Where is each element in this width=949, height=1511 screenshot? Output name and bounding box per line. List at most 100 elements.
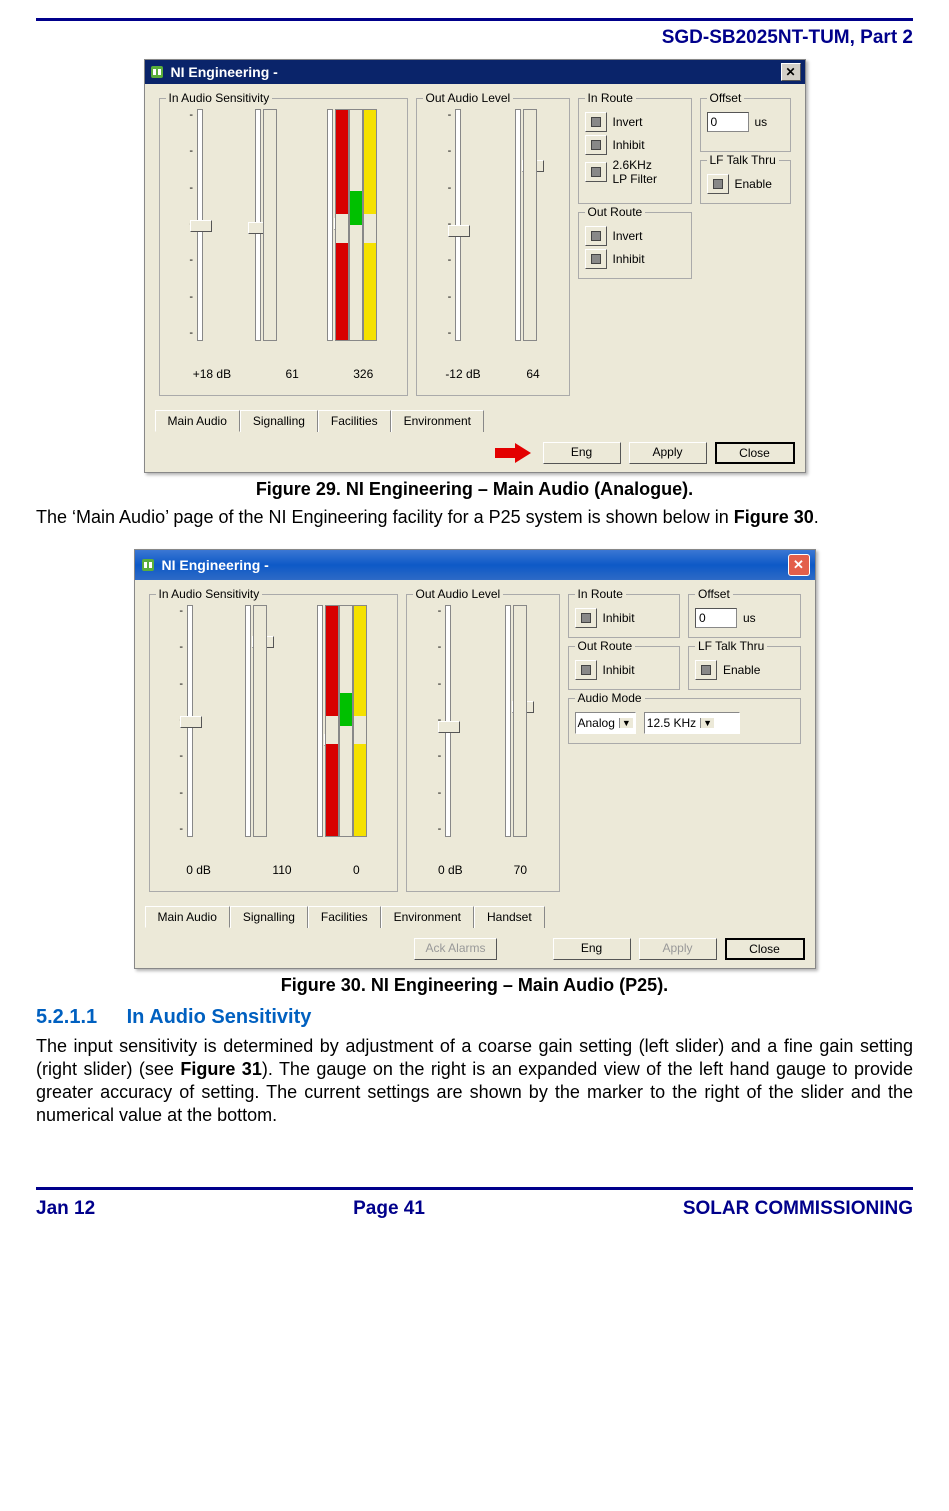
footer: Jan 12 Page 41 SOLAR COMMISSIONING (36, 1198, 913, 1240)
toggle-lf-enable[interactable] (707, 174, 729, 194)
group-label: Out Route (585, 205, 646, 219)
offset-input[interactable] (707, 112, 749, 132)
para2: The input sensitivity is determined by a… (36, 1035, 913, 1127)
dialog-fig29: NI Engineering - ✕ In Audio Sensitivity … (144, 59, 806, 473)
dialog-fig30: NI Engineering - ✕ In Audio Sensitivity … (134, 549, 816, 969)
slider-in-db[interactable] (197, 109, 203, 341)
val-in-coarse: 61 (285, 367, 298, 381)
slider-out-val[interactable] (515, 109, 521, 341)
meter-in-fine-a (335, 109, 349, 341)
close-button[interactable]: Close (725, 938, 805, 960)
offset-input[interactable] (695, 608, 737, 628)
footer-right: SOLAR COMMISSIONING (683, 1198, 913, 1220)
meter-in-fine-a (325, 605, 339, 837)
toggle-inhibit[interactable] (575, 608, 597, 628)
group-in-audio: In Audio Sensitivity ------- (149, 594, 398, 892)
meter-in-fine-b (349, 109, 363, 341)
tab-environment[interactable]: Environment (391, 410, 484, 432)
ack-alarms-button[interactable]: Ack Alarms (414, 938, 496, 960)
slider-in-coarse[interactable] (255, 109, 261, 341)
group-label: In Route (585, 91, 636, 105)
fig29-caption: Figure 29. NI Engineering – Main Audio (… (36, 479, 913, 500)
group-in-audio: In Audio Sensitivity ------- (159, 98, 408, 396)
titlebar[interactable]: NI Engineering - ✕ (145, 60, 805, 84)
tab-facilities[interactable]: Facilities (308, 906, 381, 928)
close-icon[interactable]: ✕ (781, 63, 801, 81)
titlebar-text: NI Engineering - (162, 557, 269, 573)
group-label: Offset (707, 91, 745, 105)
label: Enable (723, 663, 760, 677)
slider-out-db[interactable] (455, 109, 461, 341)
tab-main-audio[interactable]: Main Audio (155, 410, 240, 432)
slider-in-fine[interactable] (317, 605, 323, 837)
header-title: SGD-SB2025NT-TUM, Part 2 (36, 27, 913, 49)
label: Enable (735, 177, 772, 191)
group-label: Out Audio Level (413, 587, 504, 601)
chevron-down-icon: ▼ (619, 718, 633, 728)
meter-in-coarse (253, 605, 267, 837)
toggle-invert[interactable] (585, 112, 607, 132)
titlebar[interactable]: NI Engineering - ✕ (135, 550, 815, 580)
section-num: 5.2.1.1 (36, 1006, 121, 1029)
tab-strip: Main Audio Signalling Facilities Environ… (145, 906, 805, 928)
group-label: In Route (575, 587, 626, 601)
meter-in-fine-b (339, 605, 353, 837)
label: Inhibit (603, 611, 635, 625)
apply-button[interactable]: Apply (639, 938, 717, 960)
apply-button[interactable]: Apply (629, 442, 707, 464)
toggle-out-inhibit[interactable] (575, 660, 597, 680)
ref: Figure 31 (180, 1059, 261, 1079)
sel-value: Analog (578, 716, 615, 730)
titlebar-text: NI Engineering - (171, 64, 278, 80)
slider-in-coarse[interactable] (245, 605, 251, 837)
val-in-fine: 326 (353, 367, 373, 381)
group-label: Out Audio Level (423, 91, 514, 105)
chevron-down-icon: ▼ (700, 718, 714, 728)
label: Invert (613, 229, 643, 243)
tab-main-audio[interactable]: Main Audio (145, 906, 230, 928)
group-label: Audio Mode (575, 691, 645, 705)
close-button[interactable]: Close (715, 442, 795, 464)
section-head: 5.2.1.1 In Audio Sensitivity (36, 1006, 913, 1029)
close-icon[interactable]: ✕ (788, 554, 810, 576)
label: Inhibit (603, 663, 635, 677)
tab-environment[interactable]: Environment (381, 906, 474, 928)
ref: Figure 30 (734, 507, 814, 527)
tab-facilities[interactable]: Facilities (318, 410, 391, 432)
label: 2.6KHz LP Filter (613, 158, 657, 186)
text: The ‘Main Audio’ page of the NI Engineer… (36, 507, 734, 527)
toggle-out-inhibit[interactable] (585, 249, 607, 269)
group-in-route: In Route Inhibit (568, 594, 681, 638)
group-out-audio: Out Audio Level ------- 0 dB 70 (406, 594, 560, 892)
arrow-pointer-icon (495, 443, 531, 463)
eng-button[interactable]: Eng (553, 938, 631, 960)
ticks: ------- (448, 109, 452, 339)
select-bw[interactable]: 12.5 KHz ▼ (644, 712, 740, 734)
offset-unit: us (755, 115, 768, 129)
meter-in-fine-c (363, 109, 377, 341)
toggle-lpfilter[interactable] (585, 162, 607, 182)
tab-handset[interactable]: Handset (474, 906, 545, 928)
group-lf-talk: LF Talk Thru Enable (700, 160, 791, 204)
meter-in-fine-c (353, 605, 367, 837)
tab-signalling[interactable]: Signalling (230, 906, 308, 928)
toggle-lf-enable[interactable] (695, 660, 717, 680)
label: Inhibit (613, 252, 645, 266)
val-in-coarse: 110 (272, 863, 291, 877)
val-out-db: 0 dB (438, 863, 463, 877)
eng-button[interactable]: Eng (543, 442, 621, 464)
sel-value: 12.5 KHz (647, 716, 696, 730)
slider-in-fine[interactable] (327, 109, 333, 341)
slider-out-db[interactable] (445, 605, 451, 837)
group-in-route: In Route Invert Inhibit 2.6KHz LP Filter (578, 98, 692, 204)
toggle-inhibit[interactable] (585, 135, 607, 155)
group-offset: Offset us (688, 594, 801, 638)
select-mode[interactable]: Analog ▼ (575, 712, 636, 734)
toggle-out-invert[interactable] (585, 226, 607, 246)
group-label: Offset (695, 587, 733, 601)
app-icon (149, 64, 165, 80)
slider-out-val[interactable] (505, 605, 511, 837)
tab-signalling[interactable]: Signalling (240, 410, 318, 432)
slider-in-db[interactable] (187, 605, 193, 837)
group-label: LF Talk Thru (695, 639, 767, 653)
